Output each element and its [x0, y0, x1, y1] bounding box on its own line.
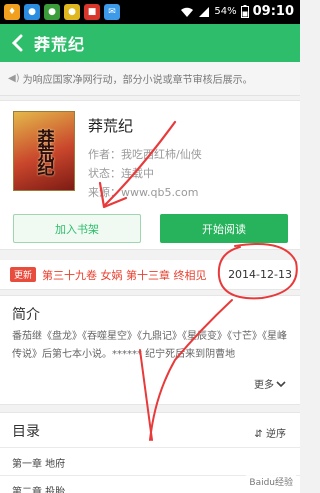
add-to-bookshelf-button[interactable]: 加入书架: [13, 214, 141, 243]
game-notification-icon: ●: [64, 4, 80, 20]
latest-update-row[interactable]: 更新 第三十九卷 女娲 第十三章 终相见 2014-12-13: [0, 260, 300, 290]
update-badge: 更新: [10, 267, 37, 282]
wifi-icon: [181, 7, 194, 17]
book-cover-title: 莽荒纪: [33, 128, 54, 174]
toc-title: 目录: [12, 424, 40, 440]
app-header: 莽荒纪: [0, 24, 300, 62]
shop-notification-icon: ■: [84, 4, 100, 20]
watermark: Baidu经验: [246, 474, 296, 489]
notice-text: 为响应国家净网行动，部分小说或章节审核后展示。: [22, 75, 253, 86]
sort-icon: ⇵: [254, 429, 263, 440]
reverse-order-button[interactable]: ⇵ 逆序: [254, 425, 286, 440]
chat-notification-icon: ●: [44, 4, 60, 20]
browser-notification-icon: ●: [24, 4, 40, 20]
battery-icon: [240, 5, 249, 18]
book-info-card: 莽荒纪 莽荒纪 作者：我吃西红柿/仙侠 状态：连载中 来源：www.qb5.co…: [0, 100, 300, 250]
divider: [0, 447, 300, 448]
page-title: 莽荒纪: [34, 35, 86, 54]
back-button[interactable]: [0, 24, 34, 62]
chevron-left-icon: [11, 34, 23, 52]
intro-section: 简介 番茄继《盘龙》《吞噬星空》《九鼎记》《星辰变》《寸芒》《星峰传说》后第七本…: [0, 295, 300, 405]
book-source: 来源：www.qb5.com: [88, 186, 199, 199]
book-cover[interactable]: 莽荒纪: [13, 111, 75, 191]
notification-icons: ♦ ● ● ● ■ ✉: [4, 4, 120, 20]
chevron-down-icon: [276, 380, 286, 387]
book-status: 状态：连载中: [88, 167, 154, 180]
intro-text: 番茄继《盘龙》《吞噬星空》《九鼎记》《星辰变》《寸芒》《星峰传说》后第七本小说。…: [12, 331, 287, 360]
book-title: 莽荒纪: [88, 117, 134, 135]
status-right: 54% 09:10: [180, 4, 294, 19]
reverse-order-label: 逆序: [266, 429, 286, 440]
status-bar: ♦ ● ● ● ■ ✉ 54% 09:10: [0, 0, 300, 24]
toc-item[interactable]: 第一章 地府: [12, 455, 65, 470]
app-notification-icon: ♦: [4, 4, 20, 20]
battery-percent: 54%: [214, 6, 237, 17]
clock: 09:10: [252, 4, 294, 19]
signal-icon: [199, 6, 210, 17]
more-button[interactable]: 更多: [254, 376, 286, 391]
notice-bar: ◀) 为响应国家净网行动，部分小说或章节审核后展示。: [0, 62, 300, 96]
message-notification-icon: ✉: [104, 4, 120, 20]
update-date: 2014-12-13: [228, 268, 292, 281]
toc-item[interactable]: 第二章 投胎: [12, 483, 65, 493]
intro-title: 简介: [12, 307, 40, 323]
latest-chapter: 第三十九卷 女娲 第十三章 终相见: [42, 268, 207, 282]
start-reading-button[interactable]: 开始阅读: [160, 214, 288, 243]
more-label: 更多: [254, 380, 274, 391]
book-author: 作者：我吃西红柿/仙侠: [88, 148, 202, 161]
speaker-icon: ◀): [8, 73, 20, 84]
